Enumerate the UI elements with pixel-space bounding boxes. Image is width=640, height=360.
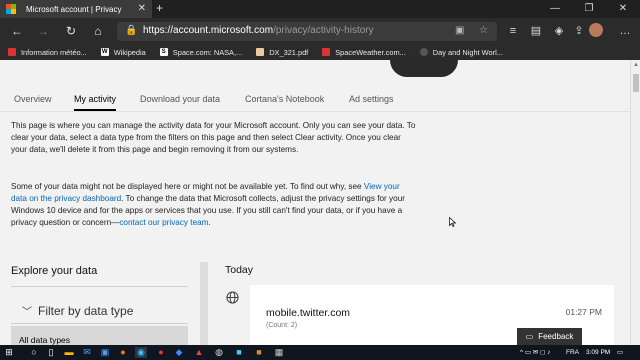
back-arrow-icon[interactable]: ← (8, 22, 26, 40)
close-window-button[interactable]: ✕ (606, 0, 640, 18)
windows-start-icon[interactable]: ⊞ (3, 347, 15, 358)
address-bar[interactable]: 🔒 https://account.microsoft.com/privacy/… (117, 22, 497, 41)
browser-titlebar: Microsoft account | Privacy ✕ + — ❐ ✕ (0, 0, 640, 18)
scroll-up-icon[interactable]: ▲ (633, 62, 639, 68)
windows-taskbar: ⊞ ○ ▯ ▬ ✉ ▣ ● ◉ ● ◆ ▲ ◍ ■ ■ ▦ ^ ▭ ✉ ◻ ♪ … (0, 345, 640, 360)
url-text: https://account.microsoft.com/privacy/ac… (143, 25, 374, 36)
tab-overview[interactable]: Overview (14, 94, 52, 104)
maximize-button[interactable]: ❐ (572, 0, 606, 18)
feedback-button[interactable]: ▭ Feedback (517, 328, 582, 345)
minimize-button[interactable]: — (538, 0, 572, 18)
tab-title: Microsoft account | Privacy (26, 4, 122, 14)
page-content: Overview My activity Download your data … (0, 60, 630, 345)
hero-image (390, 60, 458, 77)
today-heading: Today (225, 264, 254, 276)
app-icon[interactable]: ■ (233, 347, 245, 358)
home-icon[interactable]: ⌂ (89, 22, 107, 40)
tabs-divider (0, 111, 630, 112)
profile-avatar[interactable] (589, 23, 603, 37)
page-scrollbar[interactable]: ▲ (630, 60, 640, 345)
favorite-item[interactable]: Information météo... (8, 48, 87, 57)
browser-toolbar: ← → ↻ ⌂ 🔒 https://account.microsoft.com/… (0, 18, 640, 44)
mail-icon[interactable]: ✉ (81, 347, 93, 358)
new-tab-button[interactable]: + (156, 1, 163, 15)
tab-download-your-data[interactable]: Download your data (140, 94, 220, 104)
tray-icons[interactable]: ^ ▭ ✉ ◻ ♪ (520, 347, 551, 358)
window-controls: — ❐ ✕ (538, 0, 640, 18)
browser-tab[interactable]: Microsoft account | Privacy ✕ (0, 0, 152, 18)
explore-divider (11, 286, 188, 287)
notification-icon[interactable]: ▭ (617, 347, 623, 358)
search-icon[interactable]: ○ (28, 347, 40, 358)
more-menu-icon[interactable]: … (616, 22, 634, 40)
lock-icon: 🔒 (125, 25, 138, 36)
app-icon[interactable]: ◍ (213, 347, 225, 358)
activity-title: mobile.twitter.com (266, 307, 351, 319)
favorites-list-icon[interactable]: ≡ (504, 22, 522, 40)
weather-icon (8, 48, 16, 56)
globe-icon (226, 291, 239, 304)
filter-divider (11, 323, 188, 324)
firefox-icon[interactable]: ● (117, 347, 129, 358)
store-icon[interactable]: ▣ (99, 347, 111, 358)
extension-icon[interactable]: ◈ (550, 22, 568, 40)
microsoft-logo-icon (6, 4, 16, 14)
tab-ad-settings[interactable]: Ad settings (349, 94, 394, 104)
pdf-icon (256, 48, 265, 56)
space-icon: S (159, 48, 168, 56)
clock[interactable]: 3:09 PM (586, 347, 610, 358)
filter-label: Filter by data type (38, 303, 134, 318)
feedback-icon: ▭ (525, 332, 534, 341)
contact-privacy-team-link[interactable]: contact our privacy team (119, 218, 208, 227)
note-paragraph: Some of your data might not be displayed… (11, 182, 405, 227)
favorite-item[interactable]: Day and Night Worl... (419, 48, 503, 57)
collections-icon[interactable]: ▤ (527, 22, 545, 40)
spaceweather-icon (322, 48, 331, 56)
task-view-icon[interactable]: ▯ (45, 347, 57, 358)
intro-paragraph: This page is where you can manage the ac… (11, 121, 416, 154)
favorite-item[interactable]: S Space.com: NASA,... (159, 48, 242, 57)
wikipedia-icon: W (100, 48, 109, 56)
reading-view-icon[interactable]: ▣ (455, 25, 464, 36)
file-explorer-icon[interactable]: ▬ (63, 347, 75, 358)
chevron-down-icon: ﹀ (22, 307, 32, 318)
tab-cortanas-notebook[interactable]: Cortana's Notebook (245, 94, 324, 104)
favorites-bar: Information météo... W Wikipedia S Space… (0, 44, 640, 60)
app-icon[interactable]: ● (155, 347, 167, 358)
forward-arrow-icon[interactable]: → (34, 22, 52, 40)
activity-count: (Count: 2) (266, 322, 298, 329)
refresh-icon[interactable]: ↻ (62, 22, 80, 40)
world-icon (419, 48, 428, 56)
tab-my-activity[interactable]: My activity (74, 94, 117, 111)
scroll-thumb[interactable] (633, 74, 639, 92)
favorite-item[interactable]: W Wikipedia (100, 48, 146, 57)
mouse-cursor-icon (449, 217, 456, 227)
explore-heading: Explore your data (11, 265, 98, 277)
input-language[interactable]: FRA (566, 347, 579, 358)
app-icon[interactable]: ◆ (173, 347, 185, 358)
edge-icon[interactable]: ◉ (135, 347, 147, 358)
activity-time: 01:27 PM (565, 307, 602, 317)
tab-close-icon[interactable]: ✕ (138, 3, 146, 15)
favorite-item[interactable]: SpaceWeather.com... (322, 48, 406, 57)
app-icon[interactable]: ▦ (273, 347, 285, 358)
share-icon[interactable]: ⇪ (570, 22, 588, 40)
favorite-star-icon[interactable]: ☆ (479, 25, 488, 36)
favorite-item[interactable]: DX_321.pdf (256, 48, 308, 57)
app-icon[interactable]: ■ (253, 347, 265, 358)
panel-scrollbar[interactable] (200, 262, 208, 345)
app-icon[interactable]: ▲ (193, 347, 205, 358)
filter-by-data-type-toggle[interactable]: ﹀ Filter by data type (22, 303, 134, 319)
filter-option-all-data-types[interactable]: All data types (11, 326, 188, 345)
